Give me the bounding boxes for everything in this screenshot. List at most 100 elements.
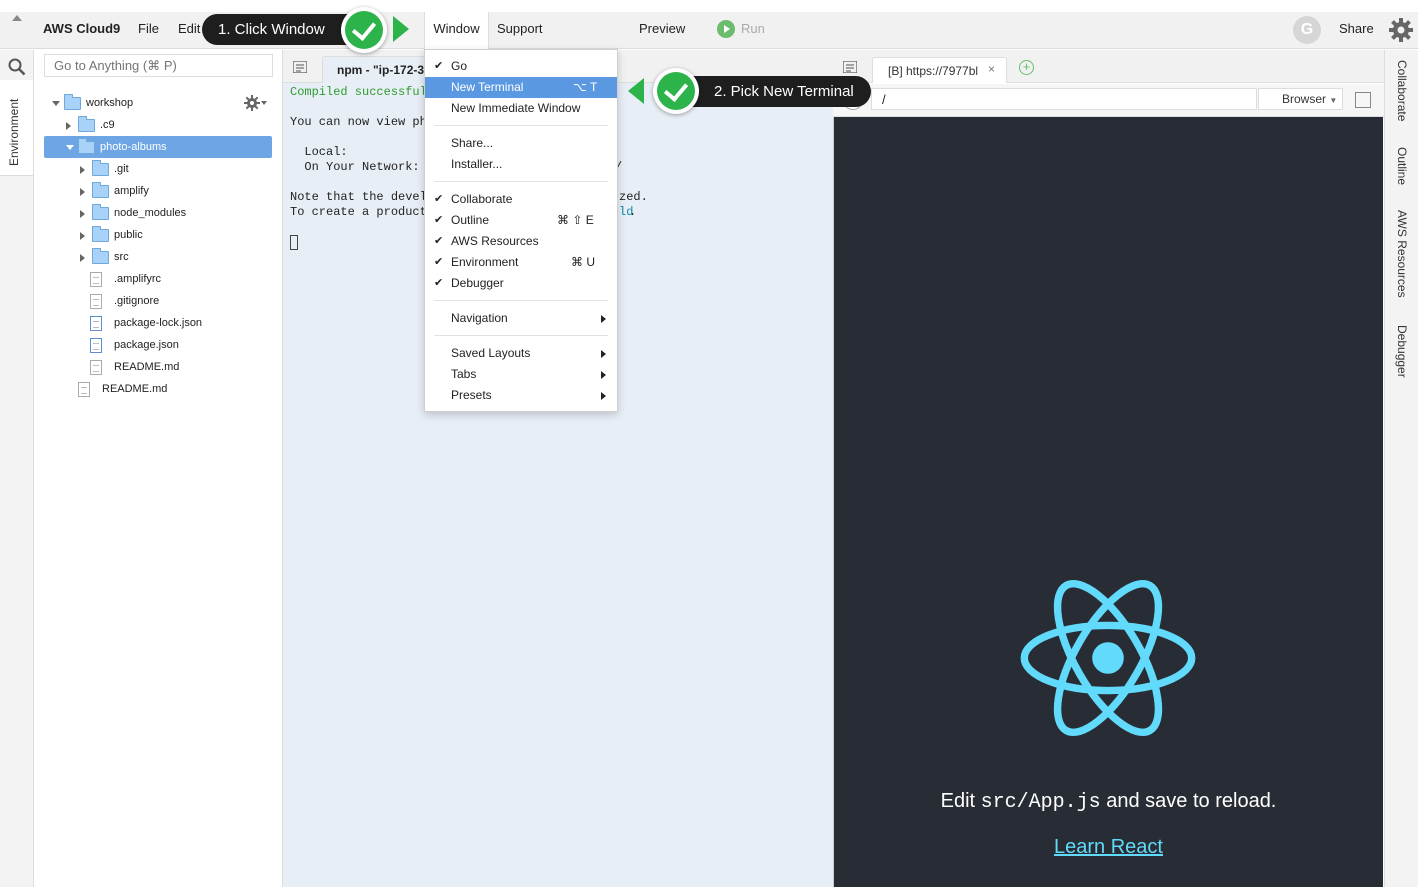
- menu-item-collaborate[interactable]: ✔ Collaborate: [425, 189, 617, 210]
- menu-preview[interactable]: Preview: [639, 12, 685, 48]
- learn-react-link[interactable]: Learn React: [834, 836, 1383, 859]
- file-icon: [90, 294, 102, 309]
- tree-item-amplifyrc[interactable]: .amplifyrc: [44, 268, 272, 290]
- check-icon-2: [653, 68, 699, 114]
- menu-item-label: Share...: [451, 136, 494, 150]
- tree-item-c9[interactable]: .c9: [44, 114, 272, 136]
- file-icon: [90, 272, 102, 287]
- terminal-tab[interactable]: npm - "ip-172-3: [322, 56, 432, 83]
- popout-icon[interactable]: [1355, 92, 1371, 108]
- callout-arrow-left-icon: [628, 78, 644, 104]
- debugger-tab[interactable]: Debugger: [1395, 325, 1409, 378]
- run-button[interactable]: Run: [741, 12, 765, 48]
- tree-item-git[interactable]: .git: [44, 158, 272, 180]
- menu-item-label: Go: [451, 59, 468, 73]
- app-name-menu[interactable]: AWS Cloud9: [43, 12, 120, 48]
- menu-item-go[interactable]: ✔ Go: [425, 56, 617, 77]
- terminal-line-compiled: Compiled successful: [290, 85, 427, 99]
- expand-arrow-icon[interactable]: [66, 145, 74, 150]
- menu-item-new-immediate-window[interactable]: New Immediate Window: [425, 98, 617, 119]
- menu-item-aws-resources[interactable]: ✔ AWS Resources: [425, 231, 617, 252]
- menu-item-shortcut: ⌘ ⇧ E: [557, 213, 594, 227]
- tree-item-readme-md[interactable]: README.md: [44, 378, 272, 400]
- menu-item-environment[interactable]: ✔ Environment ⌘ U: [425, 252, 617, 273]
- expand-arrow-icon[interactable]: [52, 101, 60, 106]
- close-tab-icon[interactable]: ×: [988, 62, 995, 76]
- menu-item-tabs[interactable]: Tabs: [425, 364, 617, 385]
- folder-icon: [92, 160, 109, 176]
- share-button[interactable]: Share: [1339, 12, 1374, 48]
- react-app-preview: [834, 117, 1383, 887]
- tree-item-workshop[interactable]: workshop: [44, 92, 272, 114]
- tree-item-label: node_modules: [114, 207, 187, 219]
- submenu-arrow-icon: [601, 371, 606, 379]
- tree-item-public[interactable]: public: [44, 224, 272, 246]
- menu-edit[interactable]: Edit: [178, 12, 200, 48]
- terminal-line-view: You can now view ph: [290, 115, 427, 129]
- tree-item-label: README.md: [102, 383, 168, 395]
- outline-tab[interactable]: Outline: [1395, 147, 1409, 185]
- collapse-arrow-icon[interactable]: [66, 122, 71, 130]
- tree-item-amplify[interactable]: amplify: [44, 180, 272, 202]
- tree-item-label: .amplifyrc: [114, 273, 162, 285]
- menu-item-presets[interactable]: Presets: [425, 385, 617, 406]
- tree-item-readme-md[interactable]: README.md: [44, 356, 272, 378]
- menu-item-label: Debugger: [451, 276, 504, 290]
- menu-item-label: Presets: [451, 388, 492, 402]
- browser-mode-select[interactable]: Browser ▼: [1258, 88, 1343, 110]
- menu-item-outline[interactable]: ✔ Outline ⌘ ⇧ E: [425, 210, 617, 231]
- gear-icon[interactable]: [1388, 17, 1414, 43]
- menu-item-saved-layouts[interactable]: Saved Layouts: [425, 343, 617, 364]
- menu-item-label: Tabs: [451, 367, 477, 381]
- avatar[interactable]: G: [1293, 16, 1321, 44]
- checkmark-icon: ✔: [434, 60, 444, 72]
- add-tab-icon[interactable]: +: [1019, 60, 1034, 75]
- go-to-anything-input[interactable]: [44, 54, 273, 77]
- menu-separator: [434, 181, 608, 182]
- tree-item-package-json[interactable]: package.json: [44, 334, 272, 356]
- menu-window[interactable]: Window: [424, 12, 489, 49]
- folder-icon: [92, 204, 109, 220]
- menu-item-navigation[interactable]: Navigation: [425, 308, 617, 329]
- menu-item-shortcut: ⌘ U: [571, 255, 595, 269]
- menu-item-label: Collaborate: [451, 192, 513, 206]
- terminal-line-local: Local:: [290, 145, 348, 159]
- collapse-arrow-icon[interactable]: [80, 210, 85, 218]
- collapse-arrow-icon[interactable]: [80, 232, 85, 240]
- aws-resources-tab[interactable]: AWS Resources: [1395, 210, 1409, 298]
- search-icon[interactable]: [8, 58, 26, 76]
- preview-url-input[interactable]: [871, 88, 1257, 110]
- menu-separator: [434, 125, 608, 126]
- tab-menu-icon[interactable]: [293, 61, 307, 73]
- tree-item-gitignore[interactable]: .gitignore: [44, 290, 272, 312]
- terminal-line-note-tail: zed.: [619, 190, 648, 204]
- preview-tab-menu-icon[interactable]: [843, 61, 857, 73]
- menu-item-share[interactable]: Share...: [425, 133, 617, 154]
- tree-item-photo-albums[interactable]: photo-albums: [44, 136, 272, 158]
- tree-item-label: .git: [114, 163, 129, 175]
- tree-item-package-lock-json[interactable]: package-lock.json: [44, 312, 272, 334]
- menu-separator: [434, 335, 608, 336]
- collapse-arrow-icon[interactable]: [80, 188, 85, 196]
- menu-item-label: Environment: [451, 255, 519, 269]
- collapse-arrow-icon[interactable]: [80, 166, 85, 174]
- tree-item-label: package-lock.json: [114, 317, 203, 329]
- menu-item-new-terminal[interactable]: New Terminal ⌥ T: [425, 77, 617, 98]
- code-file-icon: [90, 338, 102, 353]
- preview-tab[interactable]: [B] https://7977bl: [872, 57, 1007, 83]
- folder-icon: [92, 226, 109, 242]
- run-icon[interactable]: [717, 20, 735, 38]
- tree-item-src[interactable]: src: [44, 246, 272, 268]
- menu-item-debugger[interactable]: ✔ Debugger: [425, 273, 617, 294]
- checkmark-icon: ✔: [434, 193, 444, 205]
- menu-item-label: Outline: [451, 213, 490, 227]
- menu-file[interactable]: File: [138, 12, 159, 48]
- tree-item-node-modules[interactable]: node_modules: [44, 202, 272, 224]
- collapse-arrow-icon[interactable]: [12, 15, 22, 21]
- checkmark-icon: ✔: [434, 235, 444, 247]
- collaborate-tab[interactable]: Collaborate: [1395, 60, 1409, 121]
- menu-item-installer[interactable]: Installer...: [425, 154, 617, 175]
- menu-support[interactable]: Support: [497, 12, 543, 48]
- menu-item-label: AWS Resources: [451, 234, 539, 248]
- collapse-arrow-icon[interactable]: [80, 254, 85, 262]
